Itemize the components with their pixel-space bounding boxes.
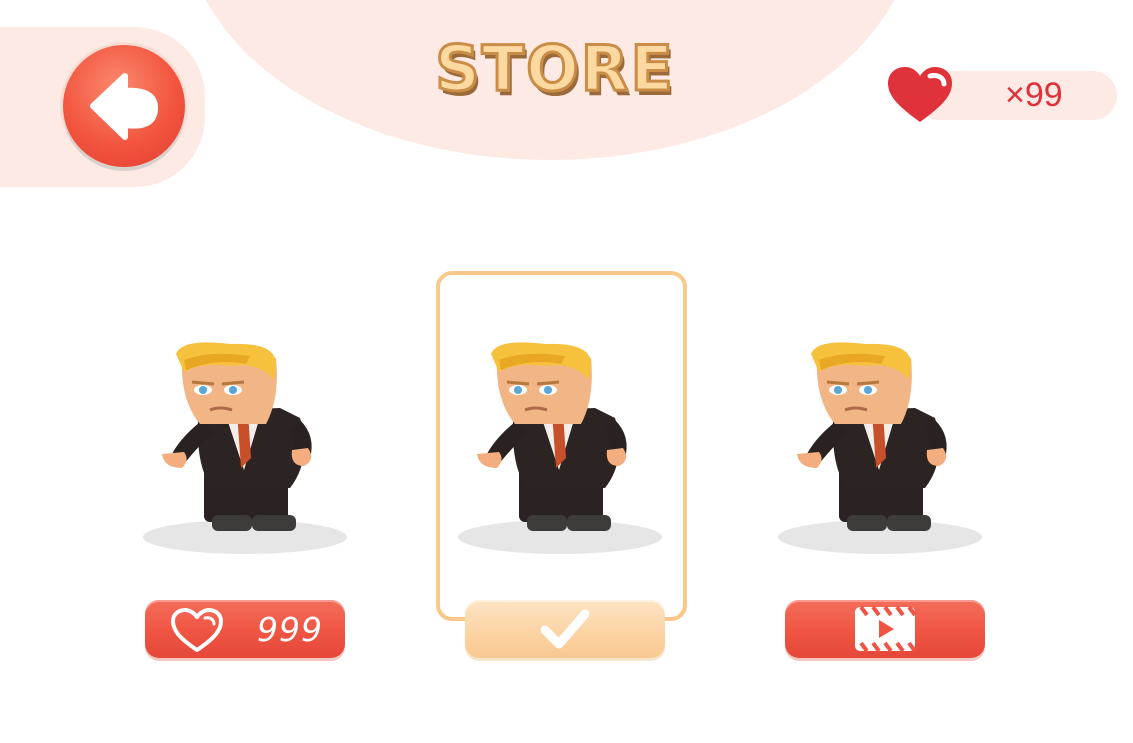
back-button[interactable] [63, 45, 185, 167]
back-arrow-icon [90, 73, 158, 140]
checkmark-icon [541, 609, 589, 649]
heart-icon [888, 67, 952, 122]
character-1[interactable] [140, 340, 350, 560]
page-title: STORE [434, 31, 675, 107]
watch-video-button[interactable] [785, 600, 985, 658]
character-2[interactable] [455, 340, 665, 560]
item-price: 999 [257, 610, 323, 649]
buy-button[interactable]: 999 [145, 600, 345, 658]
equipped-button[interactable] [465, 600, 665, 658]
hearts-count: ×99 [1005, 76, 1063, 114]
heart-icon [171, 608, 223, 652]
character-3[interactable] [775, 340, 985, 560]
video-icon [855, 605, 917, 653]
